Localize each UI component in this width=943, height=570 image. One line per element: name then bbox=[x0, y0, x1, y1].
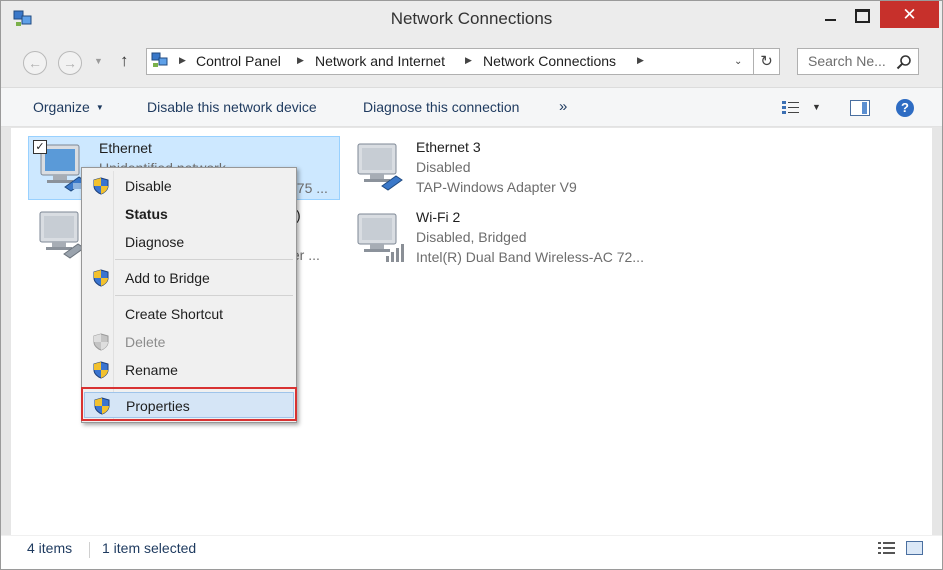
menu-item-label: Status bbox=[125, 206, 168, 222]
chevron-down-icon: ▼ bbox=[95, 103, 104, 112]
breadcrumb-separator-icon[interactable]: ▶ bbox=[465, 55, 472, 66]
context-menu: Disable Status Diagnose Add to Bridge Cr… bbox=[81, 167, 297, 423]
more-commands-button[interactable]: » bbox=[559, 98, 567, 115]
connection-status: Disabled, Bridged bbox=[416, 229, 527, 245]
details-view-icon[interactable] bbox=[878, 541, 896, 555]
connection-name: Ethernet 3 bbox=[416, 139, 481, 155]
menu-item-label: Diagnose bbox=[125, 234, 185, 250]
organize-label: Organize bbox=[33, 99, 90, 115]
network-connections-icon bbox=[151, 52, 168, 67]
menu-item-diagnose[interactable]: Diagnose bbox=[84, 229, 294, 255]
navigation-bar: ← → ▼ ↑ ▶ Control Panel ▶ Network and In… bbox=[1, 39, 942, 87]
search-icon[interactable] bbox=[896, 54, 912, 70]
menu-item-rename[interactable]: Rename bbox=[84, 357, 294, 383]
minimize-button[interactable] bbox=[816, 7, 846, 35]
properties-highlight-outline bbox=[81, 387, 297, 421]
connection-adapter: TAP-Windows Adapter V9 bbox=[416, 179, 577, 195]
breadcrumb-control-panel[interactable]: Control Panel bbox=[196, 53, 281, 69]
maximize-button[interactable] bbox=[847, 7, 877, 35]
search-input[interactable]: Search Ne... bbox=[808, 53, 886, 69]
menu-item-label: Create Shortcut bbox=[125, 306, 224, 322]
status-bar: 4 items 1 item selected bbox=[1, 535, 942, 569]
status-separator bbox=[89, 542, 90, 558]
menu-item-add-to-bridge[interactable]: Add to Bridge bbox=[84, 265, 294, 291]
menu-item-label: Rename bbox=[125, 362, 178, 378]
menu-item-label: Delete bbox=[125, 334, 166, 350]
disable-device-button[interactable]: Disable this network device bbox=[147, 99, 317, 115]
items-count: 4 items bbox=[27, 540, 73, 556]
selection-checkbox[interactable]: ✓ bbox=[33, 140, 47, 154]
tiles-view-icon[interactable] bbox=[906, 541, 923, 555]
window-title: Network Connections bbox=[390, 9, 553, 28]
connection-status: Disabled bbox=[416, 159, 471, 175]
menu-separator bbox=[115, 295, 293, 296]
menu-item-disable[interactable]: Disable bbox=[84, 173, 294, 199]
menu-separator bbox=[115, 259, 293, 260]
connection-adapter: Intel(R) Dual Band Wireless-AC 72... bbox=[416, 249, 644, 265]
connection-name: Ethernet bbox=[99, 140, 152, 156]
wifi-adapter-icon bbox=[357, 213, 404, 262]
recent-locations-chevron-icon[interactable]: ▼ bbox=[94, 56, 103, 66]
diagnose-connection-button[interactable]: Diagnose this connection bbox=[363, 99, 519, 115]
menu-item-status[interactable]: Status bbox=[84, 201, 294, 227]
connection-item-wifi-2[interactable]: Wi-Fi 2 Disabled, Bridged Intel(R) Dual … bbox=[346, 206, 658, 270]
organize-button[interactable]: Organize ▼ bbox=[33, 99, 104, 115]
connection-name: Wi-Fi 2 bbox=[416, 209, 461, 225]
up-button[interactable]: ↑ bbox=[120, 51, 129, 71]
back-button[interactable]: ← bbox=[23, 51, 47, 75]
breadcrumb-separator-icon[interactable]: ▶ bbox=[637, 55, 644, 66]
close-button[interactable]: ✕ bbox=[880, 1, 939, 28]
connection-item-ethernet-3[interactable]: Ethernet 3 Disabled TAP-Windows Adapter … bbox=[346, 136, 658, 200]
menu-item-label: Add to Bridge bbox=[125, 270, 210, 286]
breadcrumb-separator-icon[interactable]: ▶ bbox=[179, 55, 186, 66]
forward-button[interactable]: → bbox=[58, 51, 82, 75]
uac-shield-icon bbox=[93, 361, 109, 379]
view-options-chevron-icon[interactable]: ▼ bbox=[812, 102, 821, 112]
refresh-button[interactable]: ↻ bbox=[753, 48, 780, 75]
breadcrumb-network-and-internet[interactable]: Network and Internet bbox=[315, 53, 445, 69]
change-view-icon[interactable] bbox=[782, 101, 800, 115]
uac-shield-icon bbox=[93, 269, 109, 287]
menu-item-label: Disable bbox=[125, 178, 172, 194]
menu-item-delete[interactable]: Delete bbox=[84, 329, 294, 355]
uac-shield-icon bbox=[93, 177, 109, 195]
title-bar[interactable]: Network Connections ✕ bbox=[1, 1, 942, 39]
address-dropdown-chevron-icon[interactable]: ⌄ bbox=[734, 56, 742, 67]
uac-shield-icon bbox=[93, 333, 109, 351]
help-icon[interactable]: ? bbox=[896, 99, 914, 117]
preview-pane-icon[interactable] bbox=[850, 100, 870, 116]
command-bar: Organize ▼ Disable this network device Di… bbox=[1, 87, 942, 127]
selected-count: 1 item selected bbox=[102, 540, 197, 556]
address-bar[interactable]: ▶ Control Panel ▶ Network and Internet ▶… bbox=[146, 48, 754, 75]
ethernet-adapter-icon bbox=[357, 143, 403, 191]
menu-item-create-shortcut[interactable]: Create Shortcut bbox=[84, 301, 294, 327]
breadcrumb-separator-icon[interactable]: ▶ bbox=[297, 55, 304, 66]
search-box[interactable]: Search Ne... bbox=[797, 48, 919, 75]
breadcrumb-network-connections[interactable]: Network Connections bbox=[483, 53, 616, 69]
